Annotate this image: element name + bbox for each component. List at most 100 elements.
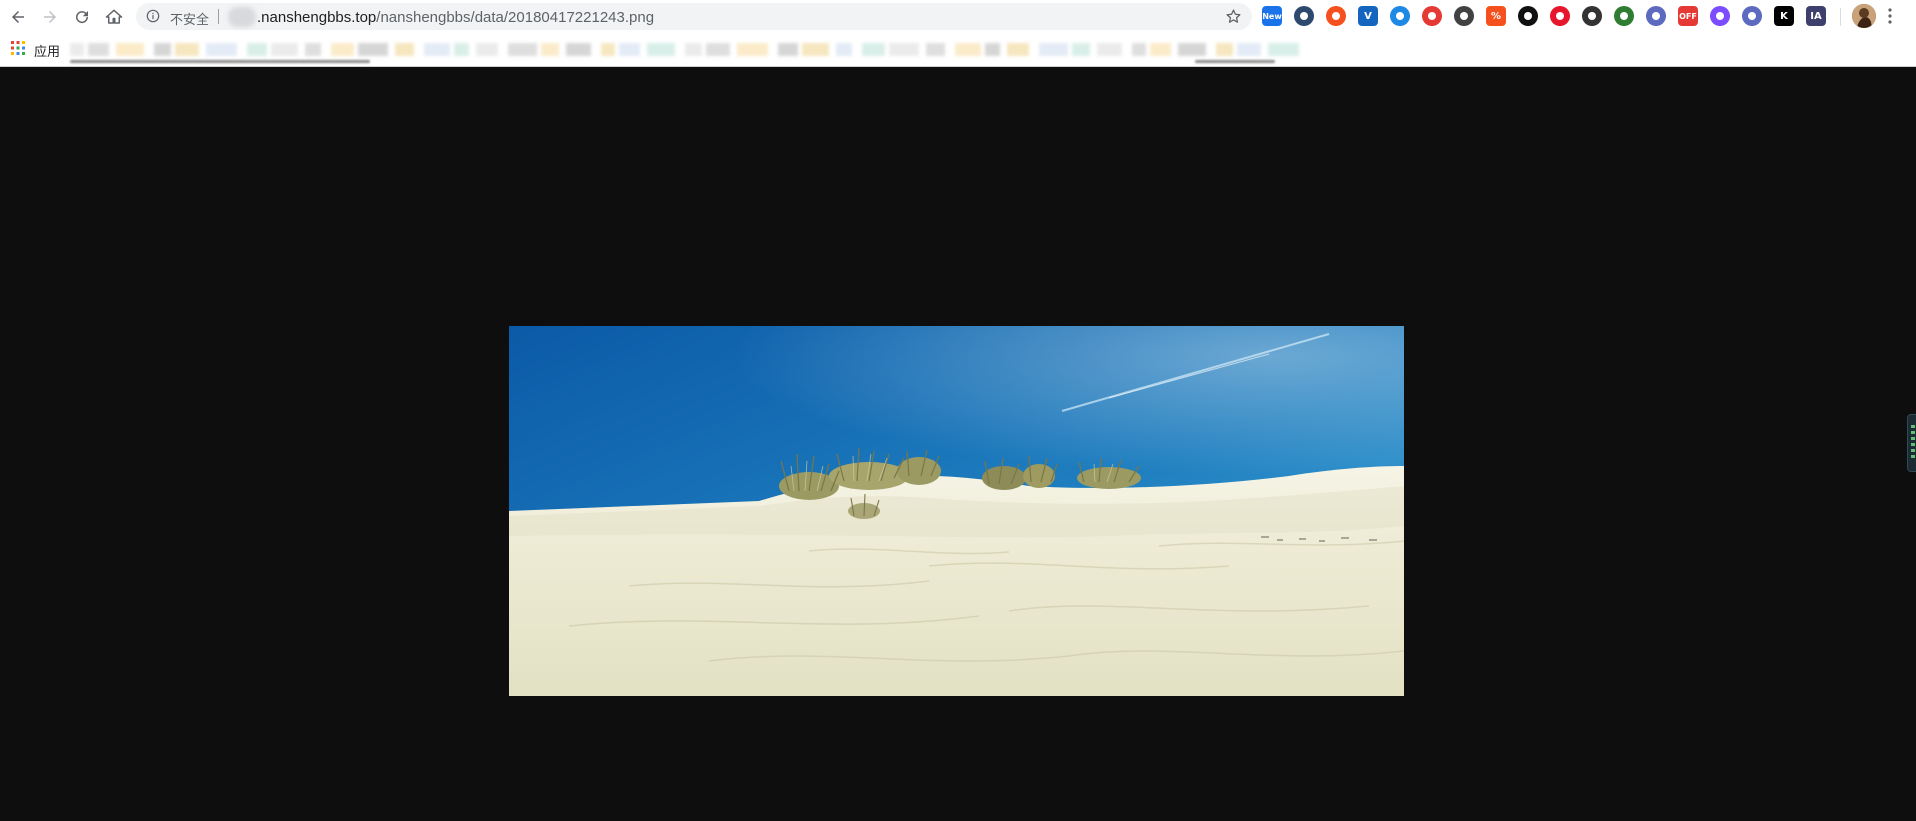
home-button[interactable] (101, 4, 127, 30)
indicator-bar (1911, 425, 1915, 428)
arrow-right-icon (44, 11, 56, 23)
blurred-bookmark (737, 43, 768, 56)
extension-17-label: K (1780, 10, 1788, 22)
blurred-bookmark (395, 43, 414, 56)
blurred-bookmark (305, 43, 321, 56)
apps-grid-icon[interactable] (11, 41, 25, 55)
extension-13-icon[interactable] (1646, 6, 1666, 26)
extension-glyph (1620, 12, 1628, 20)
extension-4-label: V (1364, 10, 1372, 22)
indicator-bar (1911, 455, 1915, 458)
extension-3-icon[interactable] (1326, 6, 1346, 26)
blurred-bookmark (1150, 43, 1171, 56)
extension-glyph (1300, 12, 1308, 20)
extension-8-icon[interactable]: % (1486, 6, 1506, 26)
blurred-bookmark (1178, 43, 1206, 56)
extension-15-icon[interactable] (1710, 6, 1730, 26)
profile-avatar[interactable] (1852, 4, 1876, 28)
blurred-bookmark (1132, 43, 1146, 56)
extension-12-icon[interactable] (1614, 6, 1634, 26)
extension-11-icon[interactable] (1582, 6, 1602, 26)
extension-2-icon[interactable] (1294, 6, 1314, 26)
blurred-bookmark (985, 43, 1000, 56)
blurred-bookmark (889, 43, 919, 56)
url-path: /nanshengbbs/data/20180417221243.png (376, 9, 655, 26)
extension-glyph (1556, 12, 1564, 20)
url-host: .nanshengbbs.top (257, 9, 377, 26)
blurred-bookmark (1039, 43, 1068, 56)
back-button[interactable] (5, 4, 31, 30)
reload-icon (76, 11, 89, 24)
extension-17-icon[interactable]: K (1774, 6, 1794, 26)
apps-label[interactable]: 应用 (34, 41, 60, 60)
blurred-bookmark (1268, 43, 1299, 56)
displayed-image[interactable] (509, 326, 1404, 696)
extension-7-icon[interactable] (1454, 6, 1474, 26)
blurred-bookmark (647, 43, 675, 56)
blurred-bookmark (601, 43, 615, 56)
blurred-bookmark (358, 43, 388, 56)
off-badge-extension-icon[interactable]: OFF (1678, 6, 1698, 26)
blurred-bookmark (70, 43, 84, 56)
toolbar-divider (1840, 8, 1841, 26)
blurred-url-prefix (228, 7, 256, 27)
blurred-bookmark (802, 43, 829, 56)
address-bar[interactable]: 不安全 .nanshengbbs.top/nanshengbbs/data/20… (136, 3, 1252, 30)
off-badge-extension-label: OFF (1679, 11, 1697, 21)
extension-9-icon[interactable] (1518, 6, 1538, 26)
blurred-bookmark (247, 43, 267, 56)
blurred-bookmark (88, 43, 109, 56)
indicator-bar (1911, 443, 1915, 446)
extension-6-icon[interactable] (1422, 6, 1442, 26)
forward-button[interactable] (37, 4, 63, 30)
blurred-bookmark (154, 43, 171, 56)
blurred-underline (1195, 60, 1275, 63)
browser-toolbar: 不安全 .nanshengbbs.top/nanshengbbs/data/20… (0, 0, 1916, 33)
avatar-image (1852, 4, 1876, 28)
blurred-bookmark (331, 43, 354, 56)
weibo-extension-icon[interactable] (1550, 6, 1570, 26)
extension-5-icon[interactable] (1390, 6, 1410, 26)
sand-dune-photo (509, 326, 1404, 696)
reload-button[interactable] (69, 4, 95, 30)
security-label[interactable]: 不安全 (170, 9, 209, 28)
extension-glyph (1652, 12, 1660, 20)
blurred-bookmark (476, 43, 498, 56)
blurred-bookmark (1216, 43, 1233, 56)
blurred-underline (70, 60, 370, 63)
blurred-bookmark (454, 43, 469, 56)
url-text[interactable]: .nanshengbbs.top/nanshengbbs/data/201804… (257, 9, 654, 26)
blurred-bookmark (685, 43, 702, 56)
blurred-bookmark (1072, 43, 1090, 56)
blurred-bookmark (1097, 43, 1122, 56)
blurred-bookmark (1237, 43, 1261, 56)
info-icon[interactable] (146, 9, 160, 23)
extension-glyph (1396, 12, 1404, 20)
new-badge-extension-label: New (1262, 11, 1282, 21)
blurred-bookmark (424, 43, 450, 56)
blurred-bookmark (1007, 43, 1029, 56)
blurred-bookmark (619, 43, 640, 56)
extension-glyph (1428, 12, 1436, 20)
more-vert-icon[interactable] (1887, 7, 1893, 25)
bookmarks-bar: 应用 (0, 33, 1916, 67)
blurred-bookmark (508, 43, 537, 56)
blurred-bookmark (836, 43, 852, 56)
extension-16-icon[interactable] (1742, 6, 1762, 26)
blurred-bookmark (926, 43, 945, 56)
blurred-bookmark (175, 43, 199, 56)
omnibox-separator (218, 9, 219, 24)
indicator-bar (1911, 449, 1915, 452)
extension-4-icon[interactable]: V (1358, 6, 1378, 26)
new-badge-extension-icon[interactable]: New (1262, 6, 1282, 26)
blurred-bookmark (541, 43, 559, 56)
indicator-bar (1911, 431, 1915, 434)
side-panel-handle[interactable] (1907, 414, 1916, 472)
extension-8-label: % (1490, 10, 1502, 22)
blurred-bookmark (706, 43, 730, 56)
blurred-bookmark (862, 43, 885, 56)
extension-glyph (1460, 12, 1468, 20)
extension-18-icon[interactable]: IA (1806, 6, 1826, 26)
blurred-bookmark (955, 43, 981, 56)
bookmark-star-icon[interactable] (1225, 8, 1242, 25)
